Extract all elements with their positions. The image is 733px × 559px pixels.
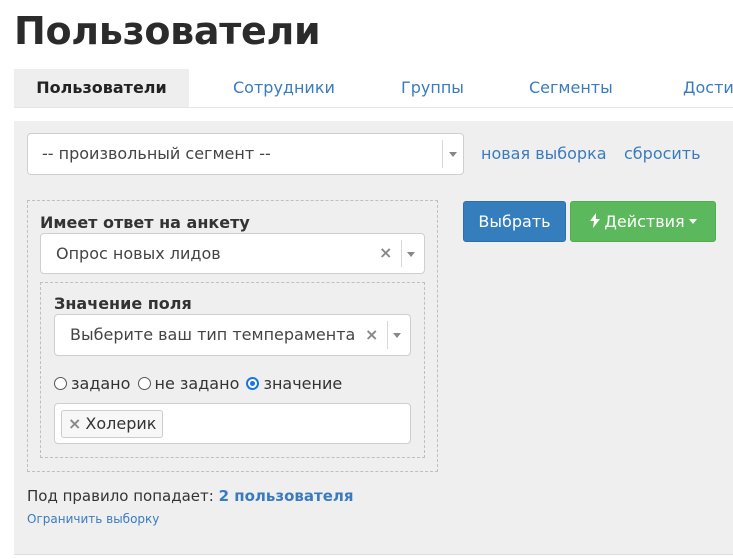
user-count-link[interactable]: 2 пользователя xyxy=(219,487,354,505)
tab-groups[interactable]: Группы xyxy=(401,69,464,107)
radio-button[interactable] xyxy=(54,377,67,390)
limit-selection-link[interactable]: Ограничить выборку xyxy=(27,512,159,526)
radio-label: задано xyxy=(71,374,131,393)
radio-button-checked[interactable] xyxy=(246,377,260,390)
tag-label: Холерик xyxy=(85,414,157,433)
radio-not-set[interactable]: не задано xyxy=(137,374,240,393)
survey-select[interactable]: Опрос новых лидов × xyxy=(40,233,425,274)
field-mode-radios: задано не задано значение xyxy=(54,374,344,394)
field-select-value: Выберите ваш тип темперамента xyxy=(70,325,356,344)
radio-label: не задано xyxy=(154,374,240,393)
value-tag-input[interactable]: × Холерик xyxy=(54,403,411,444)
remove-tag-icon[interactable]: × xyxy=(68,414,81,433)
radio-set[interactable]: задано xyxy=(54,374,130,393)
tab-achievements[interactable]: Дости xyxy=(683,69,733,107)
new-selection-link[interactable]: новая выборка xyxy=(481,144,607,163)
panel-divider xyxy=(14,554,733,555)
tab-segments[interactable]: Сегменты xyxy=(529,69,613,107)
summary-prefix: Под правило попадает: xyxy=(27,487,214,505)
select-separator xyxy=(442,140,443,168)
radio-value[interactable]: значение xyxy=(246,374,342,393)
caret-down-icon[interactable] xyxy=(393,333,401,338)
caret-down-icon[interactable] xyxy=(449,152,457,157)
tag-chip: × Холерик xyxy=(61,410,164,438)
survey-select-value: Опрос новых лидов xyxy=(56,244,221,263)
clear-x-icon[interactable]: × xyxy=(365,325,378,344)
radio-button[interactable] xyxy=(137,377,151,390)
field-select[interactable]: Выберите ваш тип темперамента × xyxy=(54,314,411,356)
tab-users[interactable]: Пользователи xyxy=(14,69,189,107)
actions-button-label: Действия xyxy=(604,212,685,231)
caret-down-icon xyxy=(688,219,697,224)
radio-label: значение xyxy=(263,374,343,393)
page-title: Пользователи xyxy=(14,9,321,53)
reset-link[interactable]: сбросить xyxy=(624,144,701,163)
select-separator xyxy=(401,240,402,267)
segment-select[interactable]: -- произвольный сегмент -- xyxy=(27,133,464,175)
clear-x-icon[interactable]: × xyxy=(379,243,392,262)
rule-summary: Под правило попадает: 2 пользователя xyxy=(27,487,354,505)
select-separator xyxy=(387,321,388,349)
select-button[interactable]: Выбрать xyxy=(463,201,566,242)
field-label: Значение поля xyxy=(54,294,192,313)
actions-button[interactable]: Действия xyxy=(570,201,716,242)
tab-employees[interactable]: Сотрудники xyxy=(233,69,335,107)
segment-select-value: -- произвольный сегмент -- xyxy=(42,144,271,163)
rule-label: Имеет ответ на анкету xyxy=(40,213,250,232)
caret-down-icon[interactable] xyxy=(407,252,415,257)
lightning-icon xyxy=(590,213,601,228)
tab-bar: Пользователи Сотрудники Группы Сегменты … xyxy=(14,69,733,108)
